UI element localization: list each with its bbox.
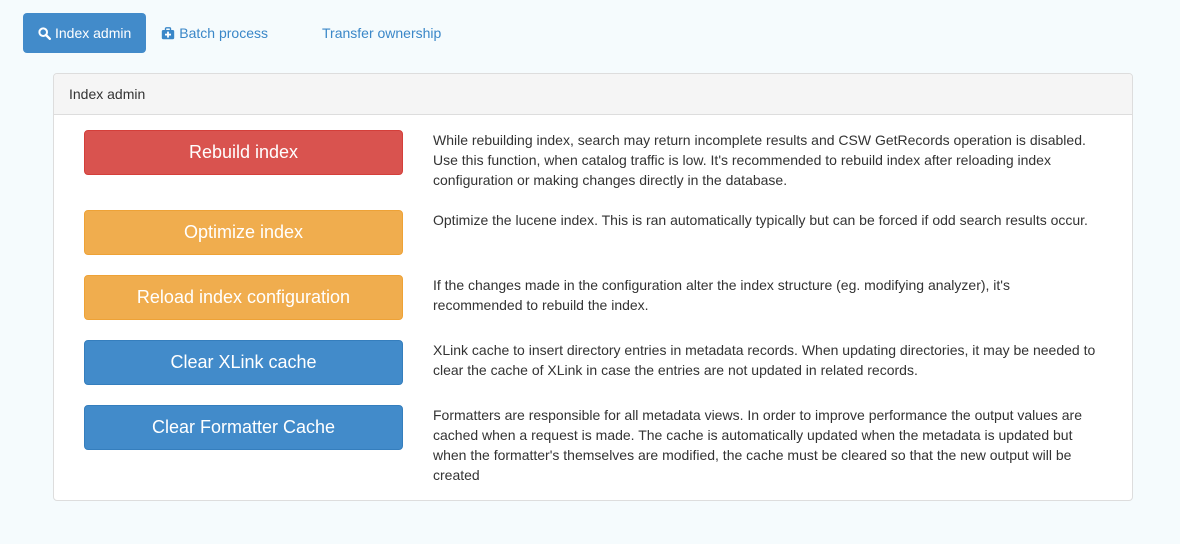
rebuild-index-button[interactable]: Rebuild index xyxy=(84,130,403,175)
tab-label: Transfer ownership xyxy=(322,25,442,41)
panel-title: Index admin xyxy=(54,74,1132,115)
search-icon xyxy=(38,26,51,40)
clear-xlink-cache-button[interactable]: Clear XLink cache xyxy=(84,340,403,385)
tab-label: Batch process xyxy=(179,25,268,41)
rebuild-index-description: While rebuilding index, search may retur… xyxy=(433,132,1086,188)
tab-label: Index admin xyxy=(55,25,132,41)
index-admin-panel: Index admin Rebuild index While rebuildi… xyxy=(53,73,1133,501)
reload-index-configuration-button[interactable]: Reload index configuration xyxy=(84,275,403,320)
tab-batch-process[interactable]: Batch process xyxy=(146,13,283,53)
optimize-index-button[interactable]: Optimize index xyxy=(84,210,403,255)
tab-transfer-ownership[interactable]: Transfer ownership xyxy=(307,13,456,53)
reload-index-configuration-description: If the changes made in the configuration… xyxy=(433,277,1010,313)
medkit-icon xyxy=(161,26,175,40)
tab-index-admin[interactable]: Index admin xyxy=(23,13,147,53)
clear-formatter-cache-button[interactable]: Clear Formatter Cache xyxy=(84,405,403,450)
clear-xlink-cache-description: XLink cache to insert directory entries … xyxy=(433,342,1096,378)
tab-bar: Index admin Batch process Transfer owner… xyxy=(23,13,456,53)
clear-formatter-cache-description: Formatters are responsible for all metad… xyxy=(433,407,1082,483)
optimize-index-description: Optimize the lucene index. This is ran a… xyxy=(433,212,1088,228)
